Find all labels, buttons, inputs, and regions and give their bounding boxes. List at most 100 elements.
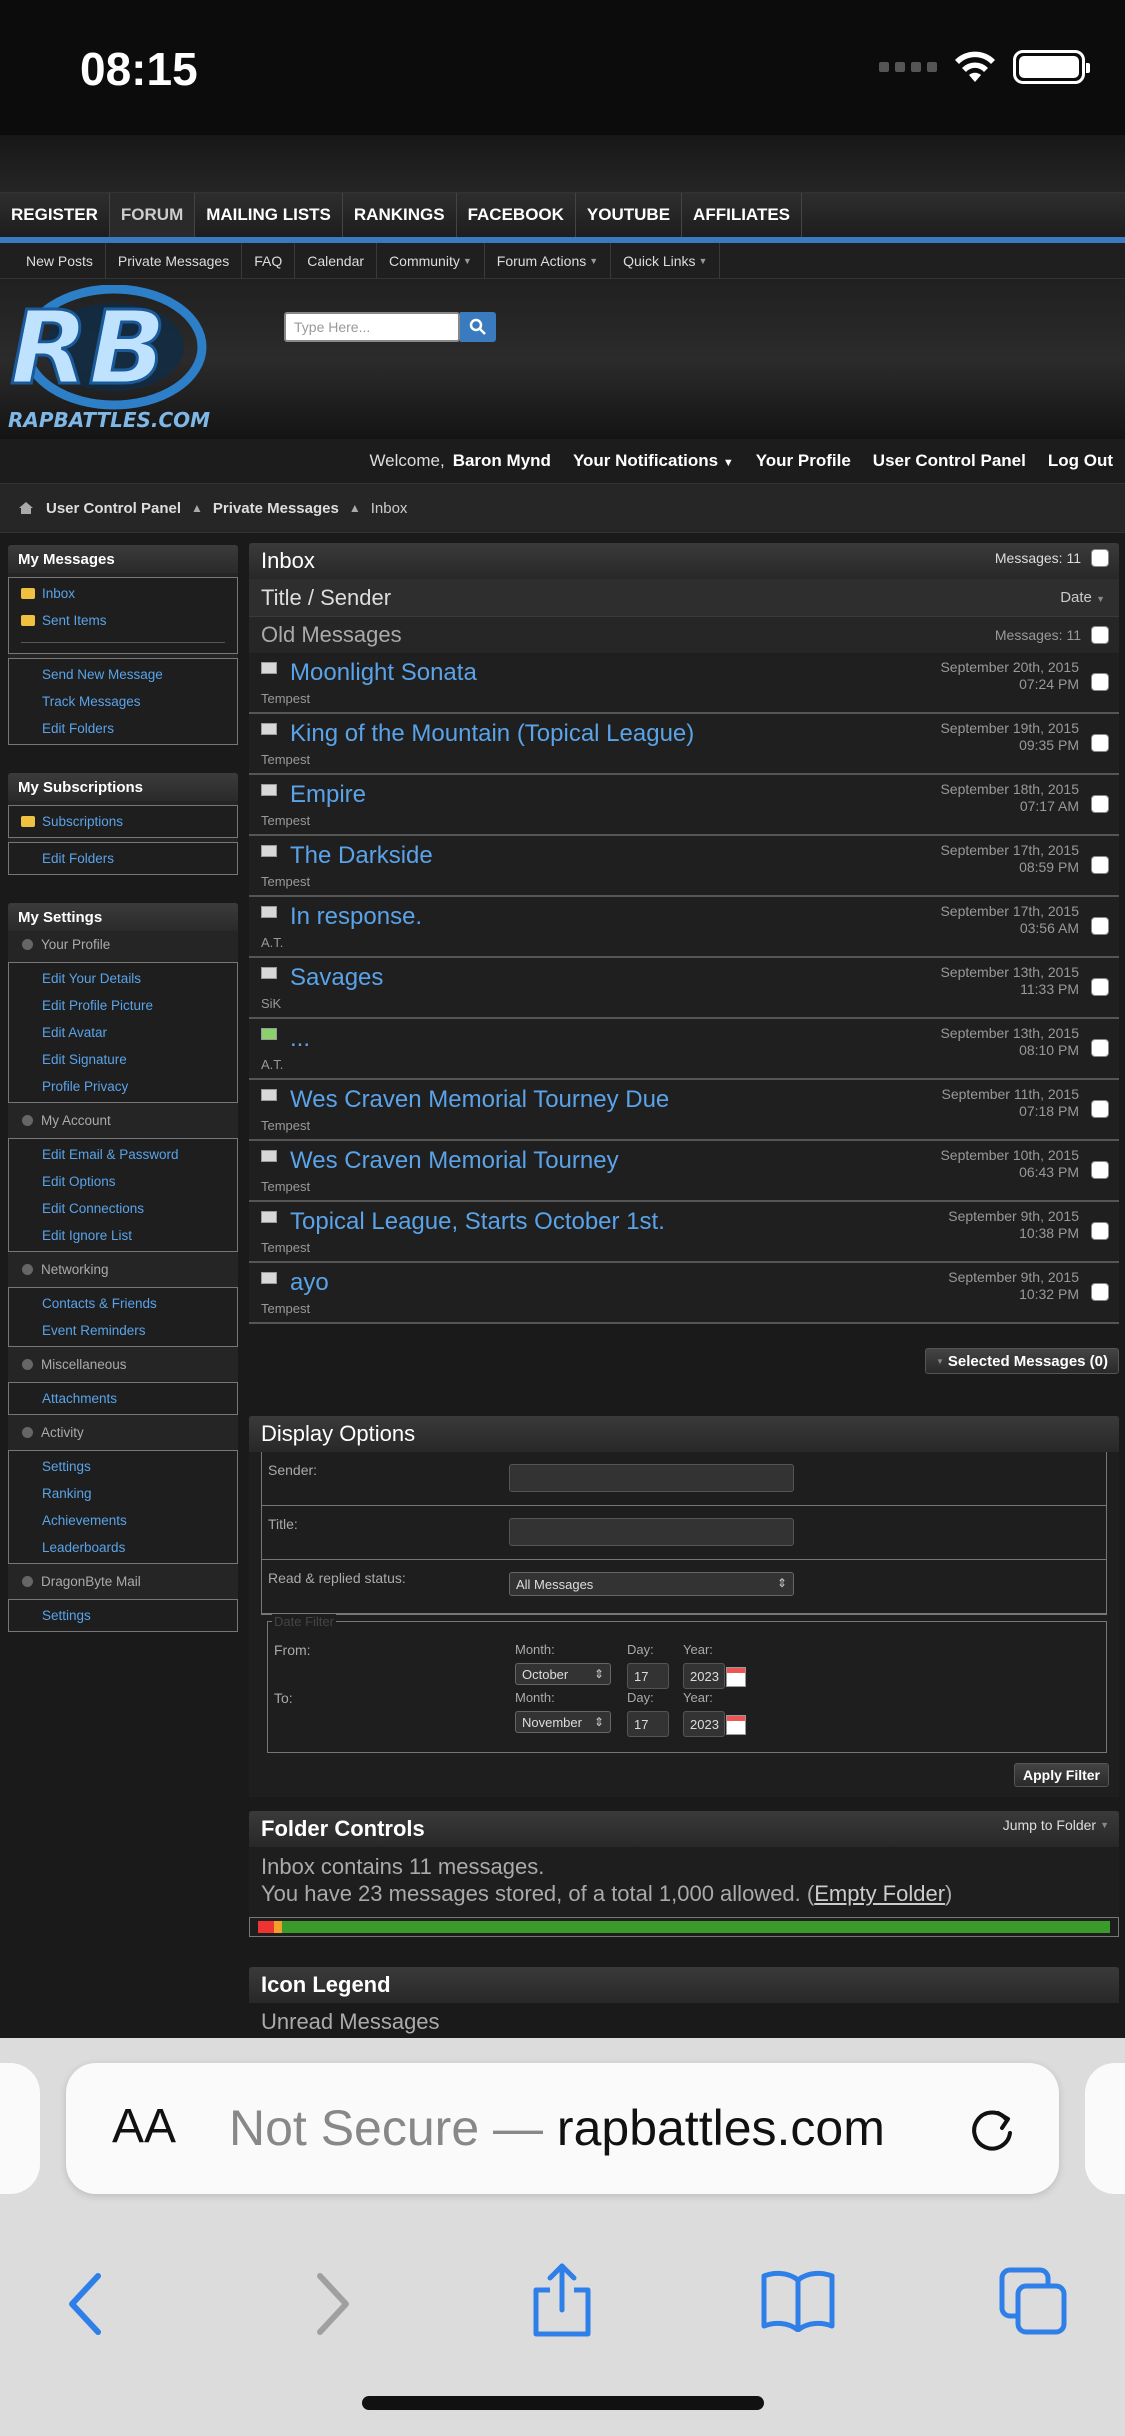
home-indicator[interactable]: [362, 2396, 764, 2410]
address-bar[interactable]: AA Not Secure — rapbattles.com: [66, 2063, 1059, 2194]
message-sender[interactable]: Tempest: [261, 874, 310, 889]
subnav-private-messages[interactable]: Private Messages: [106, 242, 243, 279]
message-checkbox[interactable]: [1091, 917, 1109, 935]
message-title-link[interactable]: The Darkside: [290, 842, 433, 870]
sidebar-item-track-messages[interactable]: Track Messages: [9, 688, 237, 715]
message-sender[interactable]: Tempest: [261, 1118, 310, 1133]
message-sender[interactable]: SiK: [261, 996, 281, 1011]
message-title-link[interactable]: Savages: [290, 964, 383, 992]
message-title-link[interactable]: In response.: [290, 903, 422, 931]
sidebar-item-inbox[interactable]: Inbox: [9, 580, 237, 607]
site-logo[interactable]: RB RAPBATTLES.COM: [4, 285, 272, 435]
message-checkbox[interactable]: [1091, 856, 1109, 874]
nav-tab-youtube[interactable]: YOUTUBE: [576, 193, 683, 237]
sidebar-item-edit-folders[interactable]: Edit Folders: [9, 715, 237, 742]
message-row[interactable]: Topical League, Starts October 1st. Tempe…: [249, 1202, 1119, 1263]
from-year-field[interactable]: 2023: [683, 1663, 725, 1689]
column-title-sender[interactable]: Title / Sender: [261, 585, 391, 611]
nav-tab-mailing-lists[interactable]: MAILING LISTS: [195, 193, 343, 237]
to-month-select[interactable]: November: [515, 1711, 611, 1733]
message-title-link[interactable]: Moonlight Sonata: [290, 659, 477, 687]
message-row[interactable]: Wes Craven Memorial Tourney Due Tempest Se…: [249, 1080, 1119, 1141]
message-title-link[interactable]: ayo: [290, 1269, 329, 1297]
empty-folder-link[interactable]: Empty Folder: [814, 1881, 945, 1906]
nav-tab-register[interactable]: REGISTER: [0, 193, 110, 237]
message-checkbox[interactable]: [1091, 1100, 1109, 1118]
select-all-checkbox[interactable]: [1091, 549, 1109, 567]
sidebar-item-edit-ignore-list[interactable]: Edit Ignore List: [9, 1222, 237, 1249]
subnav-calendar[interactable]: Calendar: [295, 242, 378, 279]
subnav-quick-links[interactable]: Quick Links ▼: [611, 242, 721, 279]
logout-link[interactable]: Log Out: [1048, 451, 1113, 471]
from-day-field[interactable]: 17: [627, 1663, 669, 1689]
back-icon[interactable]: [64, 2272, 108, 2336]
message-checkbox[interactable]: [1091, 795, 1109, 813]
forward-icon[interactable]: [310, 2272, 354, 2336]
sidebar-item-ranking[interactable]: Ranking: [9, 1480, 237, 1507]
message-row[interactable]: Moonlight Sonata Tempest September 20th, 2…: [249, 653, 1119, 714]
message-sender[interactable]: A.T.: [261, 935, 283, 950]
message-sender[interactable]: Tempest: [261, 752, 310, 767]
message-title-link[interactable]: King of the Mountain (Topical League): [290, 720, 694, 748]
message-title-link[interactable]: Topical League, Starts October 1st.: [290, 1208, 665, 1236]
nav-tab-affiliates[interactable]: AFFILIATES: [682, 193, 802, 237]
next-tab-card[interactable]: [1085, 2063, 1125, 2194]
title-field[interactable]: [509, 1518, 794, 1546]
sidebar-item-send-new-message[interactable]: Send New Message: [9, 661, 237, 688]
column-date-sort[interactable]: Date ▼: [1060, 589, 1105, 606]
sidebar-item-attachments[interactable]: Attachments: [9, 1385, 237, 1412]
reader-options-button[interactable]: AA: [112, 2099, 176, 2154]
user-control-panel-link[interactable]: User Control Panel: [873, 451, 1026, 471]
bookmarks-icon[interactable]: [760, 2268, 836, 2332]
subnav-community[interactable]: Community ▼: [377, 242, 485, 279]
sidebar-item-achievements[interactable]: Achievements: [9, 1507, 237, 1534]
home-icon[interactable]: [18, 501, 34, 515]
message-title-link[interactable]: Empire: [290, 781, 366, 809]
message-row[interactable]: ayo Tempest September 9th, 2015 10:32 PM: [249, 1263, 1119, 1324]
nav-tab-rankings[interactable]: RANKINGS: [343, 193, 457, 237]
url-text[interactable]: Not Secure — rapbattles.com: [229, 2099, 885, 2157]
sidebar-item-edit-signature[interactable]: Edit Signature: [9, 1046, 237, 1073]
jump-to-folder[interactable]: Jump to Folder ▼: [1003, 1817, 1109, 1833]
message-checkbox[interactable]: [1091, 978, 1109, 996]
username-link[interactable]: Baron Mynd: [453, 451, 551, 471]
select-group-checkbox[interactable]: [1091, 626, 1109, 644]
message-row[interactable]: King of the Mountain (Topical League) Tem…: [249, 714, 1119, 775]
message-checkbox[interactable]: [1091, 1039, 1109, 1057]
sidebar-item-edit-email-password[interactable]: Edit Email & Password: [9, 1141, 237, 1168]
message-checkbox[interactable]: [1091, 734, 1109, 752]
sidebar-item-contacts-friends[interactable]: Contacts & Friends: [9, 1290, 237, 1317]
reload-icon[interactable]: [966, 2103, 1018, 2155]
to-day-field[interactable]: 17: [627, 1711, 669, 1737]
nav-tab-forum[interactable]: FORUM: [109, 193, 196, 237]
message-checkbox[interactable]: [1091, 1283, 1109, 1301]
message-row[interactable]: Wes Craven Memorial Tourney Tempest Septem…: [249, 1141, 1119, 1202]
message-sender[interactable]: A.T.: [261, 1057, 283, 1072]
search-input[interactable]: Type Here...: [284, 312, 460, 342]
sidebar-item-leaderboards[interactable]: Leaderboards: [9, 1534, 237, 1561]
sidebar-item-edit-subscription-folders[interactable]: Edit Folders: [9, 845, 237, 872]
selected-messages-button[interactable]: ▼ Selected Messages (0): [925, 1348, 1119, 1374]
sidebar-item-subscriptions[interactable]: Subscriptions: [9, 808, 237, 835]
share-icon[interactable]: [530, 2260, 594, 2340]
message-sender[interactable]: Tempest: [261, 1179, 310, 1194]
message-title-link[interactable]: Wes Craven Memorial Tourney: [290, 1147, 619, 1175]
calendar-icon[interactable]: [726, 1667, 746, 1687]
sidebar-item-edit-options[interactable]: Edit Options: [9, 1168, 237, 1195]
message-checkbox[interactable]: [1091, 1161, 1109, 1179]
message-checkbox[interactable]: [1091, 673, 1109, 691]
sidebar-item-sent-items[interactable]: Sent Items: [9, 607, 237, 634]
sidebar-item-profile-privacy[interactable]: Profile Privacy: [9, 1073, 237, 1100]
breadcrumb-user-control-panel[interactable]: User Control Panel: [46, 500, 181, 517]
sidebar-item-edit-your-details[interactable]: Edit Your Details: [9, 965, 237, 992]
subnav-new-posts[interactable]: New Posts: [14, 242, 106, 279]
breadcrumb-private-messages[interactable]: Private Messages: [213, 500, 339, 517]
sidebar-item-activity-settings[interactable]: Settings: [9, 1453, 237, 1480]
message-row[interactable]: ... A.T. September 13th, 2015 08:10 PM: [249, 1019, 1119, 1080]
previous-tab-card[interactable]: [0, 2063, 40, 2194]
status-select[interactable]: All Messages: [509, 1572, 794, 1596]
message-row[interactable]: Savages SiK September 13th, 2015 11:33 PM: [249, 958, 1119, 1019]
search-button[interactable]: [460, 312, 496, 342]
message-title-link[interactable]: ...: [290, 1025, 310, 1053]
sidebar-item-edit-avatar[interactable]: Edit Avatar: [9, 1019, 237, 1046]
